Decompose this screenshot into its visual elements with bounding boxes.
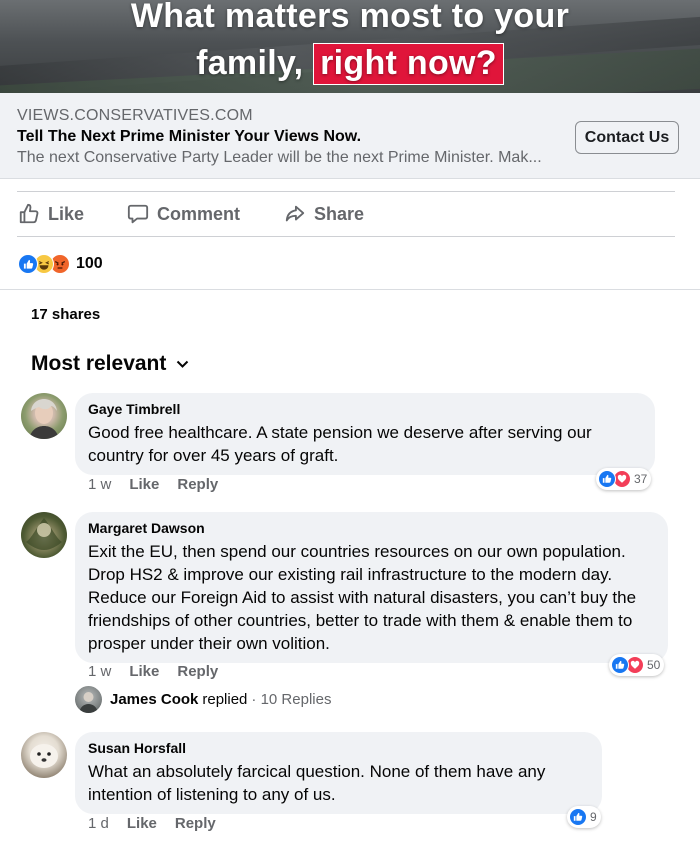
- comment-reaction-count: 9: [590, 810, 597, 824]
- comment-time[interactable]: 1 w: [88, 663, 111, 680]
- share-button[interactable]: Share: [284, 203, 364, 225]
- thumbs-up-icon: [19, 203, 39, 224]
- shares-count[interactable]: 17 shares: [31, 306, 100, 323]
- reaction-summary[interactable]: 100: [18, 253, 103, 275]
- comment-author[interactable]: Margaret Dawson: [88, 520, 656, 536]
- like-label: Like: [48, 203, 85, 224]
- comment-time[interactable]: 1 d: [88, 815, 109, 832]
- link-description: The next Conservative Party Leader will …: [17, 149, 542, 166]
- comment-meta: 1 w Like Reply: [88, 663, 218, 680]
- comment-reply-button[interactable]: Reply: [177, 476, 218, 493]
- divider-top: [17, 191, 675, 192]
- comment-author[interactable]: Gaye Timbrell: [88, 401, 643, 417]
- ad-headline-line1: What matters most to your: [130, 0, 570, 35]
- comment-meta: 1 w Like Reply: [88, 476, 218, 493]
- avatar[interactable]: [21, 732, 67, 778]
- like-button[interactable]: Like: [18, 203, 84, 225]
- comment-text: Exit the EU, then spend our countries re…: [88, 542, 637, 653]
- avatar[interactable]: [21, 393, 67, 439]
- comment-reply-button[interactable]: Reply: [175, 815, 216, 832]
- comment-button[interactable]: Comment: [127, 203, 240, 225]
- reaction-count: 100: [76, 255, 103, 272]
- ad-headline-line2: family, right now?: [0, 43, 700, 85]
- comment-author[interactable]: Susan Horsfall: [88, 740, 590, 756]
- comment-label: Comment: [157, 203, 241, 224]
- avatar: [75, 686, 102, 713]
- reply-author: James Cook: [110, 691, 199, 708]
- link-domain: VIEWS.CONSERVATIVES.COM: [17, 107, 253, 124]
- contact-us-button[interactable]: Contact Us: [575, 121, 679, 154]
- comment-bubble: Margaret Dawson Exit the EU, then spend …: [75, 512, 668, 663]
- comment-time[interactable]: 1 w: [88, 476, 111, 493]
- comment-reaction-count: 50: [647, 658, 661, 672]
- section-separator: [0, 289, 700, 290]
- comment-bubble: Susan Horsfall What an absolutely farcic…: [75, 732, 602, 814]
- divider-actions: [17, 236, 675, 237]
- ad-image[interactable]: What matters most to your family, right …: [0, 0, 700, 93]
- comment-sort-dropdown[interactable]: Most relevant: [31, 352, 189, 376]
- comment-reactions[interactable]: 9: [567, 806, 601, 828]
- like-reaction-icon: [18, 254, 38, 274]
- share-label: Share: [314, 203, 365, 224]
- view-replies-link[interactable]: James Cook replied · 10 Replies: [75, 686, 331, 713]
- like-reaction-icon: [611, 656, 629, 674]
- post-action-bar: Like Comment Share: [0, 195, 700, 235]
- chevron-down-icon: [177, 360, 189, 368]
- comment-reply-button[interactable]: Reply: [177, 663, 218, 680]
- comment-text: Good free healthcare. A state pension we…: [88, 423, 592, 465]
- comment-meta: 1 d Like Reply: [88, 815, 216, 832]
- comment-reaction-count: 37: [634, 472, 648, 486]
- comment-icon: [127, 204, 149, 224]
- link-preview[interactable]: VIEWS.CONSERVATIVES.COM Tell The Next Pr…: [0, 93, 700, 179]
- share-icon: [285, 205, 305, 222]
- reply-verb: replied: [202, 691, 248, 708]
- like-reaction-icon: [569, 808, 587, 826]
- comment-like-button[interactable]: Like: [129, 663, 159, 680]
- ad-headline-plain: family,: [196, 44, 314, 82]
- comment-like-button[interactable]: Like: [129, 476, 159, 493]
- reply-count: · 10 Replies: [251, 691, 332, 708]
- ad-headline-highlight: right now?: [313, 43, 504, 85]
- sort-label: Most relevant: [31, 352, 167, 375]
- comment-bubble: Gaye Timbrell Good free healthcare. A st…: [75, 393, 655, 475]
- like-reaction-icon: [598, 470, 616, 488]
- comment-reactions[interactable]: 37: [596, 468, 652, 490]
- avatar[interactable]: [21, 512, 67, 558]
- comment-like-button[interactable]: Like: [127, 815, 157, 832]
- comment-reactions[interactable]: 50: [609, 654, 665, 676]
- comment-text: What an absolutely farcical question. No…: [88, 762, 546, 804]
- link-title: Tell The Next Prime Minister Your Views …: [17, 128, 362, 145]
